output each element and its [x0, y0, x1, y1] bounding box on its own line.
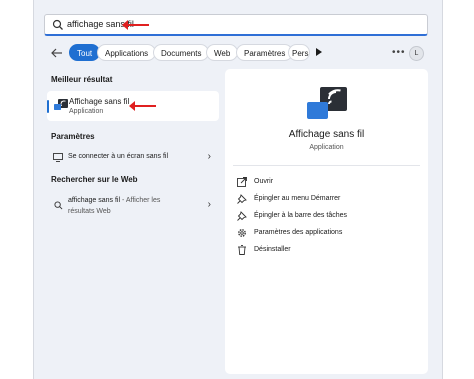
monitor-icon	[53, 153, 63, 162]
detail-subtitle: Application	[309, 144, 344, 151]
divider	[233, 165, 420, 166]
action-pin-start-label: Épingler au menu Démarrer	[254, 195, 341, 202]
action-app-settings-label: Paramètres des applications	[254, 229, 343, 236]
search-input[interactable]: affichage sans fil	[44, 14, 428, 36]
open-icon	[237, 177, 247, 187]
web-result-line2: résultats Web	[68, 208, 111, 215]
annotation-arrow-search	[122, 20, 149, 30]
web-result[interactable]: affichage sans fil - Afficher les résult…	[47, 196, 219, 220]
web-result-line1: affichage sans fil - Afficher les	[68, 197, 160, 204]
web-result-query: affichage sans fil	[68, 197, 121, 204]
selection-indicator	[47, 100, 49, 113]
settings-heading: Paramètres	[51, 132, 95, 141]
best-match-heading: Meilleur résultat	[51, 75, 113, 84]
chevron-right-icon: ›	[207, 199, 211, 210]
chevron-right-icon: ›	[207, 151, 211, 162]
detail-title: Affichage sans fil	[288, 129, 365, 140]
tab-applications[interactable]: Applications	[97, 44, 157, 61]
pin-icon	[237, 194, 247, 204]
search-icon	[54, 201, 63, 210]
wireless-display-icon	[307, 87, 347, 119]
tab-parametres[interactable]: Paramètres	[236, 44, 294, 61]
more-options-icon[interactable]: •••	[392, 47, 406, 58]
web-result-suffix: - Afficher les	[120, 197, 161, 204]
scroll-tabs-right-icon[interactable]	[316, 48, 322, 56]
annotation-arrow-result	[129, 101, 156, 111]
trash-icon	[238, 245, 246, 255]
web-heading: Rechercher sur le Web	[51, 175, 138, 184]
settings-result[interactable]: Se connecter à un écran sans fil ›	[47, 151, 219, 164]
action-pin-taskbar-label: Épingler à la barre des tâches	[254, 212, 347, 219]
avatar[interactable]: L	[409, 46, 424, 61]
best-match-type: Application	[69, 108, 104, 115]
tab-documents[interactable]: Documents	[153, 44, 210, 61]
tab-personnes[interactable]: Pers	[288, 44, 310, 61]
search-icon	[52, 19, 63, 30]
gear-icon	[238, 229, 246, 237]
action-uninstall-label: Désinstaller	[254, 246, 291, 253]
detail-pane: Affichage sans fil Application Ouvrir Ép…	[225, 69, 428, 374]
tab-tout[interactable]: Tout	[69, 44, 101, 61]
back-arrow-icon[interactable]	[50, 46, 64, 60]
tab-web[interactable]: Web	[206, 44, 239, 61]
best-match-name: Affichage sans fil	[69, 97, 130, 106]
wireless-display-icon	[54, 99, 68, 110]
settings-result-label: Se connecter à un écran sans fil	[68, 153, 169, 160]
action-open-label: Ouvrir	[254, 178, 274, 185]
pin-icon	[237, 211, 247, 221]
